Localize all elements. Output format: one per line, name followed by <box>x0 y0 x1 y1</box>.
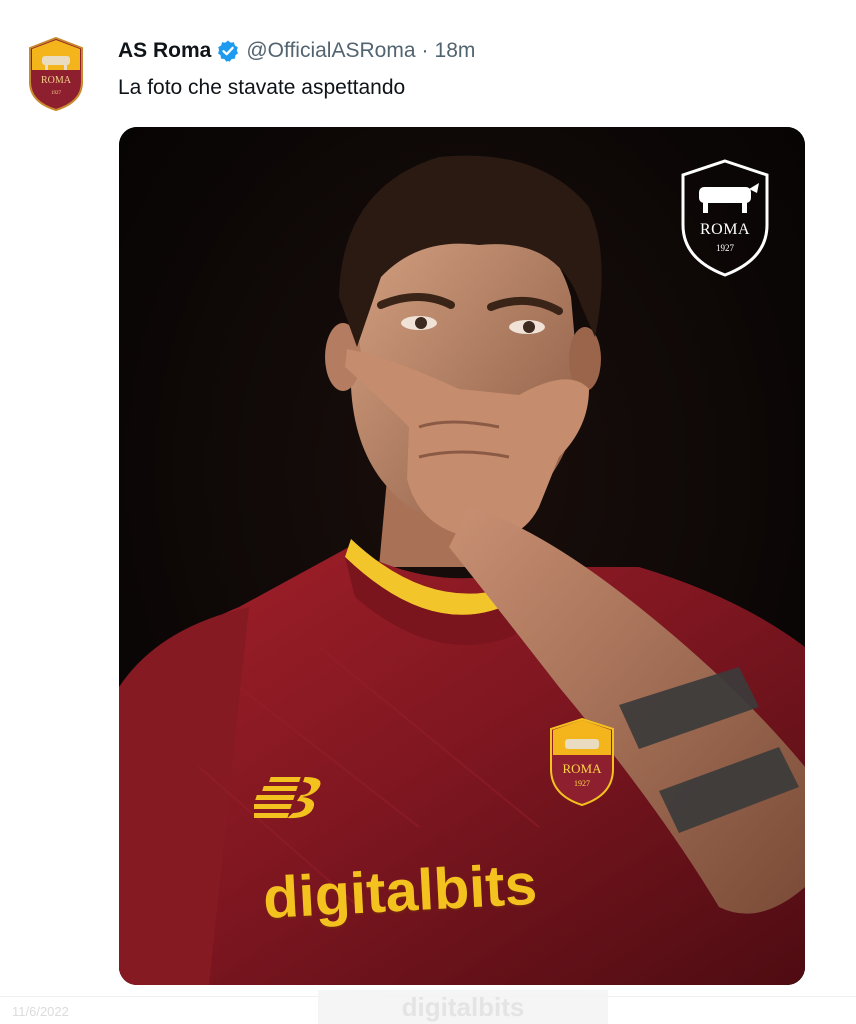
new-balance-logo <box>254 773 334 819</box>
tweet-text: La foto che stavate aspettando <box>118 76 406 99</box>
sponsor-text: digitalbits <box>261 851 539 932</box>
user-handle[interactable]: @OfficialASRoma <box>246 39 415 63</box>
tweet-photo[interactable]: ROMA 1927 ROMA 1927 digitalbits <box>119 127 805 985</box>
footer-date: 11/6/2022 <box>12 1004 69 1019</box>
footer-watermark: digitalbits <box>318 990 608 1024</box>
tweet-header: AS Roma @OfficialASRoma · 18m <box>118 36 475 66</box>
shirt-crest-text: ROMA <box>562 761 602 776</box>
crest-text: ROMA <box>699 221 750 238</box>
tweet[interactable]: ROMA 1927 AS Roma @OfficialASRoma · 18m … <box>0 0 856 1024</box>
shirt-crest-logo: ROMA 1927 <box>547 717 617 807</box>
svg-text:1927: 1927 <box>51 91 62 96</box>
crest-year: 1927 <box>716 243 734 253</box>
shirt-crest-year: 1927 <box>574 779 590 788</box>
timestamp[interactable]: 18m <box>435 39 476 63</box>
roma-crest-logo: ROMA 1927 <box>679 159 771 277</box>
display-name[interactable]: AS Roma <box>118 39 211 63</box>
verified-badge-icon <box>216 39 240 63</box>
as-roma-crest-icon: ROMA 1927 <box>29 36 83 112</box>
separator-dot: · <box>421 39 429 62</box>
avatar[interactable]: ROMA 1927 <box>26 36 86 112</box>
svg-text:ROMA: ROMA <box>41 75 72 86</box>
